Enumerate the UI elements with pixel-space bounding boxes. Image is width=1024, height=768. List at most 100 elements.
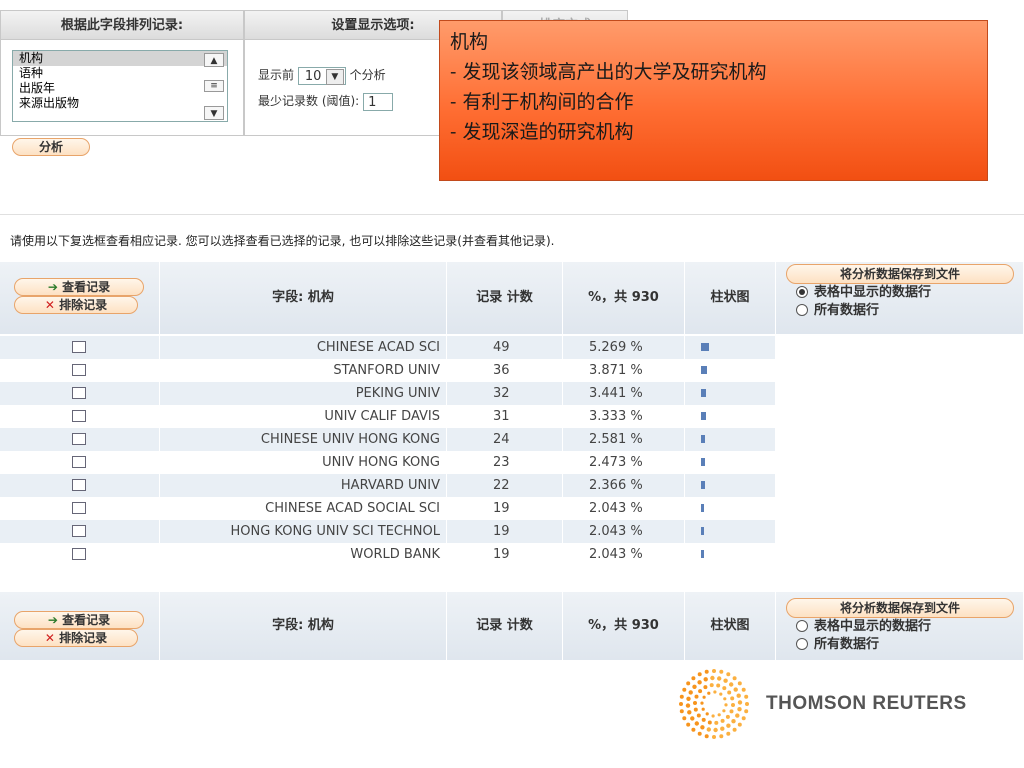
list-item[interactable]: 语种 (13, 66, 227, 81)
logo-dot (741, 716, 746, 721)
logo-dot (702, 695, 706, 699)
radio-icon[interactable] (796, 637, 808, 650)
logo-dot (700, 725, 705, 730)
divider (0, 214, 1024, 215)
callout-title: 机构 (450, 31, 489, 53)
bar-cell (685, 543, 776, 566)
exclude-records-button[interactable]: ✕ 排除记录 (14, 296, 138, 314)
logo-dot (685, 703, 691, 708)
row-checkbox[interactable] (72, 479, 86, 491)
show-top-value: 10 (304, 68, 322, 84)
institution-cell: UNIV HONG KONG (160, 451, 447, 474)
save-option-all-rows[interactable]: 所有数据行 (796, 636, 1014, 654)
logo-dot (703, 677, 708, 682)
scroll-down-icon[interactable]: ▼ (204, 106, 224, 120)
table-row: HARVARD UNIV 22 2.366 % (0, 474, 776, 497)
table-row: CHINESE UNIV HONG KONG 24 2.581 % (0, 428, 776, 451)
row-checkbox[interactable] (72, 525, 86, 537)
scroll-up-icon[interactable]: ▲ (204, 53, 224, 67)
percent-cell: 2.473 % (563, 451, 685, 474)
row-checkbox[interactable] (72, 502, 86, 514)
exclude-records-button[interactable]: ✕ 排除记录 (14, 629, 138, 647)
save-option-label: 表格中显示的数据行 (814, 619, 932, 634)
scroll-thumb-icon[interactable]: ≡ (204, 80, 224, 92)
arrow-right-icon: ➔ (47, 280, 58, 294)
count-cell: 24 (447, 428, 563, 451)
list-item[interactable]: 出版年 (13, 81, 227, 96)
save-option-shown-rows[interactable]: 表格中显示的数据行 (796, 284, 1014, 302)
logo-dot (744, 694, 749, 699)
logo-dot (725, 714, 730, 719)
checkbox-cell (0, 520, 160, 543)
logo-dot (688, 690, 693, 695)
show-top-suffix: 个分析 (349, 68, 386, 82)
logo-dot (719, 734, 724, 739)
logo-dot (726, 731, 731, 736)
table-row: HONG KONG UNIV SCI TECHNOL 19 2.043 % (0, 520, 776, 543)
analyze-button[interactable]: 分析 (12, 138, 90, 156)
logo-dot (720, 718, 725, 723)
logo-dot (726, 723, 731, 728)
min-records-row: 最少记录数 (阈值): 1 (258, 92, 394, 111)
logo-dot (679, 694, 684, 699)
radio-icon[interactable] (796, 619, 808, 632)
list-item[interactable]: 来源出版物 (13, 96, 227, 111)
view-records-button[interactable]: ➔ 查看记录 (14, 611, 144, 629)
logo-dot (712, 669, 716, 673)
logo-dot (724, 703, 728, 707)
radio-icon[interactable] (796, 303, 808, 316)
logo-dot (717, 713, 721, 717)
row-checkbox[interactable] (72, 456, 86, 468)
logo-dot (707, 691, 711, 695)
percent-bar (701, 527, 704, 535)
logo-dot (722, 709, 726, 713)
logo-dot (723, 697, 727, 701)
list-item[interactable]: 机构 (13, 51, 227, 66)
logo-dot (696, 713, 701, 718)
logo-dot (710, 675, 715, 681)
logo-dot (729, 709, 734, 714)
sort-field-listbox[interactable]: 机构 语种 出版年 来源出版物 ▲ ≡ ▼ (12, 50, 228, 122)
logo-dot (720, 726, 725, 731)
logo-dot (727, 690, 732, 695)
logo-dot (697, 672, 702, 677)
radio-selected-icon[interactable] (796, 285, 808, 298)
chevron-down-icon: ▼ (325, 68, 344, 85)
bar-cell (685, 451, 776, 474)
logo-dot (714, 720, 719, 725)
row-checkbox[interactable] (72, 387, 86, 399)
save-option-label: 表格中显示的数据行 (814, 285, 932, 300)
count-cell: 31 (447, 405, 563, 428)
logo-dot (737, 681, 742, 686)
min-records-input[interactable]: 1 (363, 92, 394, 111)
percent-bar (701, 412, 706, 420)
view-records-button[interactable]: ➔ 查看记录 (14, 278, 144, 296)
logo-dot (711, 714, 715, 718)
save-to-file-button[interactable]: 将分析数据保存到文件 (786, 264, 1014, 284)
percent-cell: 3.441 % (563, 382, 685, 405)
logo-dot (737, 722, 742, 727)
count-cell: 32 (447, 382, 563, 405)
show-top-label: 显示前 (258, 68, 295, 82)
logo-dot (733, 687, 738, 692)
table-row: WORLD BANK 19 2.043 % (0, 543, 776, 566)
save-option-label: 所有数据行 (814, 303, 880, 318)
save-to-file-button[interactable]: 将分析数据保存到文件 (786, 598, 1014, 618)
field-header: 字段: 机构 (160, 592, 447, 660)
institution-cell: CHINESE ACAD SOCIAL SCI (160, 497, 447, 520)
min-records-label: 最少记录数 (阈值): (258, 94, 360, 108)
save-option-shown-rows[interactable]: 表格中显示的数据行 (796, 618, 1014, 636)
row-checkbox[interactable] (72, 433, 86, 445)
save-option-all-rows[interactable]: 所有数据行 (796, 302, 1014, 320)
logo-dot (698, 689, 703, 694)
percent-cell: 2.581 % (563, 428, 685, 451)
exclude-records-label: 排除记录 (59, 631, 108, 645)
logo-dot (679, 702, 683, 706)
count-cell: 19 (447, 497, 563, 520)
row-checkbox[interactable] (72, 341, 86, 353)
logo-dot (741, 687, 746, 692)
row-checkbox[interactable] (72, 364, 86, 376)
show-top-select[interactable]: 10 ▼ (297, 66, 346, 85)
row-checkbox[interactable] (72, 548, 86, 560)
row-checkbox[interactable] (72, 410, 86, 422)
